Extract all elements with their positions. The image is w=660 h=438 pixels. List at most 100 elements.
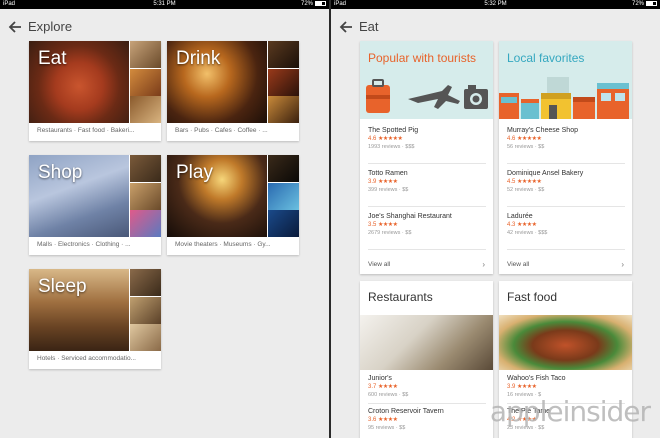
place-rating: 4.3 ★★★★ [507,221,625,229]
category-label: Drink [176,48,221,69]
restaurants-card[interactable]: Restaurants Junior's 3.7 ★★★★ 600 review… [360,281,493,438]
category-card-play[interactable]: Play Movie theaters · Museums · Gy... [167,155,299,255]
place-name: Ladurée [507,213,533,220]
list-item[interactable]: The Spotted Pig 4.6 ★★★★★ 1993 reviews ·… [368,126,486,164]
place-name: Totto Ramen [368,170,408,177]
place-meta: 399 reviews · $$ [368,187,409,193]
local-favorites-card: Local favorites Murray's Cheese Shop 4.6… [499,41,632,274]
category-label: Eat [38,48,67,69]
rating-value: 4.6 [507,136,516,142]
place-meta: 52 reviews · $$ [507,187,545,193]
category-sub: Restaurants · Fast food · Bakeri... [37,127,135,134]
star-icons: ★★★★ [378,384,398,390]
category-sub: Hotels · Serviced accommodatio... [37,355,136,362]
explore-screen: iPad 5:31 PM 72% Explore Eat Restaurants… [0,0,329,438]
battery-icon [646,0,657,6]
list-item[interactable]: Croton Reservoir Tavern 3.6 ★★★★ 95 revi… [368,407,486,437]
battery-indicator: 72% [632,0,657,9]
status-time: 5:32 PM [484,1,507,7]
place-rating: 4.6 ★★★★★ [507,135,625,143]
star-icons: ★★★★ [517,222,537,228]
popular-title: Popular with tourists [368,51,477,65]
status-time: 5:31 PM [153,1,176,7]
place-rating: 3.5 ★★★★ [368,221,486,229]
star-icons: ★★★★★ [517,179,542,185]
back-arrow-icon[interactable] [338,19,354,35]
rating-value: 3.7 [368,384,377,390]
status-bar: iPad 5:32 PM 72% [331,0,660,9]
chevron-right-icon[interactable]: › [482,260,485,269]
star-icons: ★★★★ [378,179,398,185]
rating-value: 4.5 [507,179,516,185]
fast-food-image [499,315,632,370]
appleinsider-watermark: appleinsider [489,395,651,428]
place-name: Croton Reservoir Tavern [368,408,444,415]
status-bar: iPad 5:31 PM 72% [0,0,329,9]
star-icons: ★★★★ [378,417,398,423]
place-name: Murray's Cheese Shop [507,127,578,134]
storefront-illustration [499,77,629,119]
rating-value: 3.6 [368,417,377,423]
star-icons: ★★★★ [517,384,537,390]
category-label: Shop [38,162,83,183]
category-card-eat[interactable]: Eat Restaurants · Fast food · Bakeri... [29,41,161,141]
category-sub: Malls · Electronics · Clothing · ... [37,241,131,248]
place-meta: 1993 reviews · $$$ [368,144,415,150]
chevron-right-icon[interactable]: › [621,260,624,269]
travel-icons-illustration [366,79,488,113]
place-rating: 3.6 ★★★★ [368,416,486,424]
star-icons: ★★★★★ [378,136,403,142]
rating-value: 4.6 [368,136,377,142]
place-rating: 3.9 ★★★★ [368,178,486,186]
eat-screen: iPad 5:32 PM 72% Eat Popular with touris… [331,0,660,438]
star-icons: ★★★★ [378,222,398,228]
rating-value: 3.9 [507,384,516,390]
rating-value: 4.3 [507,222,516,228]
local-header: Local favorites [499,41,632,119]
list-item[interactable]: Totto Ramen 3.9 ★★★★ 399 reviews · $$ [368,169,486,207]
place-name: Joe's Shanghai Restaurant [368,213,452,220]
list-item[interactable]: Dominique Ansel Bakery 4.5 ★★★★★ 52 revi… [507,169,625,207]
place-rating: 3.9 ★★★★ [507,383,625,391]
top-bar: Explore [0,9,329,45]
battery-indicator: 72% [301,0,326,9]
view-all-link[interactable]: View all [507,261,529,268]
back-arrow-icon[interactable] [7,19,23,35]
popular-card: Popular with tourists The Spotted Pig 4.… [360,41,493,274]
star-icons: ★★★★★ [517,136,542,142]
list-item[interactable]: Joe's Shanghai Restaurant 3.5 ★★★★ 2679 … [368,212,486,250]
place-name: Junior's [368,375,392,382]
page-title: Explore [28,19,73,34]
popular-header: Popular with tourists [360,41,493,119]
category-label: Sleep [38,276,87,297]
category-sub: Movie theaters · Museums · Gy... [175,241,271,248]
place-name: Dominique Ansel Bakery [507,170,584,177]
place-rating: 4.6 ★★★★★ [368,135,486,143]
category-label: Play [176,162,213,183]
place-meta: 42 reviews · $$$ [507,230,548,236]
list-item[interactable]: Murray's Cheese Shop 4.6 ★★★★★ 56 review… [507,126,625,164]
restaurants-image [360,315,493,370]
battery-percent: 72% [300,1,313,7]
category-card-drink[interactable]: Drink Bars · Pubs · Cafes · Coffee · ... [167,41,299,141]
list-item[interactable]: Junior's 3.7 ★★★★ 600 reviews · $$ [368,374,486,404]
top-bar: Eat [331,9,660,45]
restaurants-title: Restaurants [368,290,433,304]
place-meta: 2679 reviews · $$ [368,230,412,236]
list-item[interactable]: Ladurée 4.3 ★★★★ 42 reviews · $$$ [507,212,625,250]
place-rating: 3.7 ★★★★ [368,383,486,391]
place-meta: 56 reviews · $$ [507,144,545,150]
category-sub: Bars · Pubs · Cafes · Coffee · ... [175,127,268,134]
page-title: Eat [359,19,379,34]
view-all-link[interactable]: View all [368,261,390,268]
rating-value: 3.9 [368,179,377,185]
place-meta: 95 reviews · $$ [368,425,406,431]
place-name: The Spotted Pig [368,127,419,134]
place-meta: 600 reviews · $$ [368,392,409,398]
local-title: Local favorites [507,51,585,65]
battery-percent: 72% [631,1,644,7]
category-card-sleep[interactable]: Sleep Hotels · Serviced accommodatio... [29,269,161,369]
rating-value: 3.5 [368,222,377,228]
category-card-shop[interactable]: Shop Malls · Electronics · Clothing · ..… [29,155,161,255]
battery-icon [315,0,326,6]
